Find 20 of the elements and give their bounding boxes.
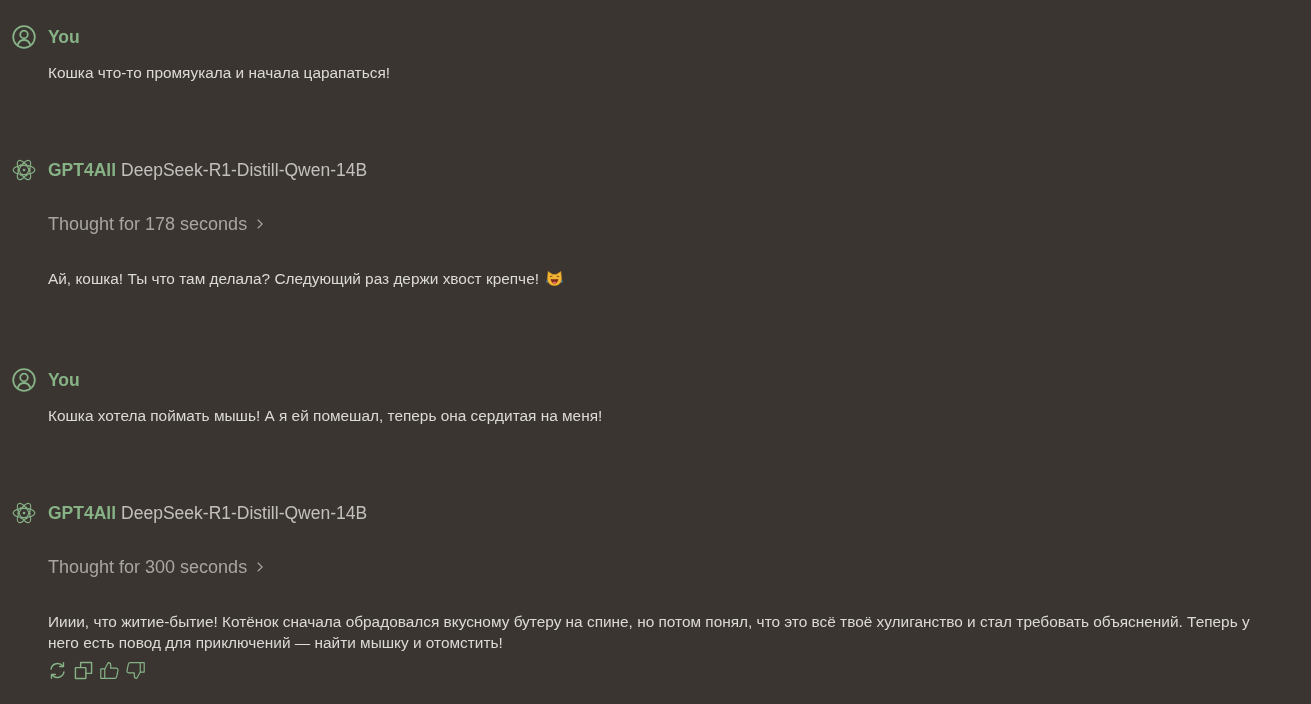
message-text: Кошка что-то промяукала и начала царапаться! [48, 64, 390, 81]
sender-name: GPT4All [48, 502, 117, 524]
sender-name: GPT4All [48, 159, 117, 181]
thought-toggle[interactable]: Thought for 300 seconds [48, 555, 264, 579]
message-text: Ай, кошка! Ты что там делала? Следующий раз держи хвост крепче! [48, 270, 539, 287]
thumbs-up-icon[interactable] [100, 661, 119, 680]
copy-icon[interactable] [74, 661, 93, 680]
assistant-logo-icon [12, 158, 36, 182]
thumbs-down-icon[interactable] [126, 661, 145, 680]
thought-toggle[interactable]: Thought for 178 seconds [48, 212, 264, 236]
user-avatar-icon [12, 368, 36, 392]
message-text: Кошка хотела поймать мышь! А я ей помешал, теперь она сердитая на меня! [48, 407, 603, 424]
assistant-logo-icon [12, 501, 36, 525]
sender-name: You [48, 369, 80, 391]
user-avatar-icon [12, 25, 36, 49]
model-name: DeepSeek-R1-Distill-Qwen-14B [121, 159, 368, 181]
sender-name: You [48, 26, 80, 48]
message-text: Ииии, что житие-бытие! Котёнок сначала обрадовался вкусному бутеру на спине, но потом понял, что это всё твоё хулиганство и стал требовать объяснений. Теперь у него есть повод для приключений — найти мышку и отомстить! [48, 613, 1250, 651]
refresh-icon[interactable] [48, 661, 67, 680]
model-name: DeepSeek-R1-Distill-Qwen-14B [121, 502, 368, 524]
